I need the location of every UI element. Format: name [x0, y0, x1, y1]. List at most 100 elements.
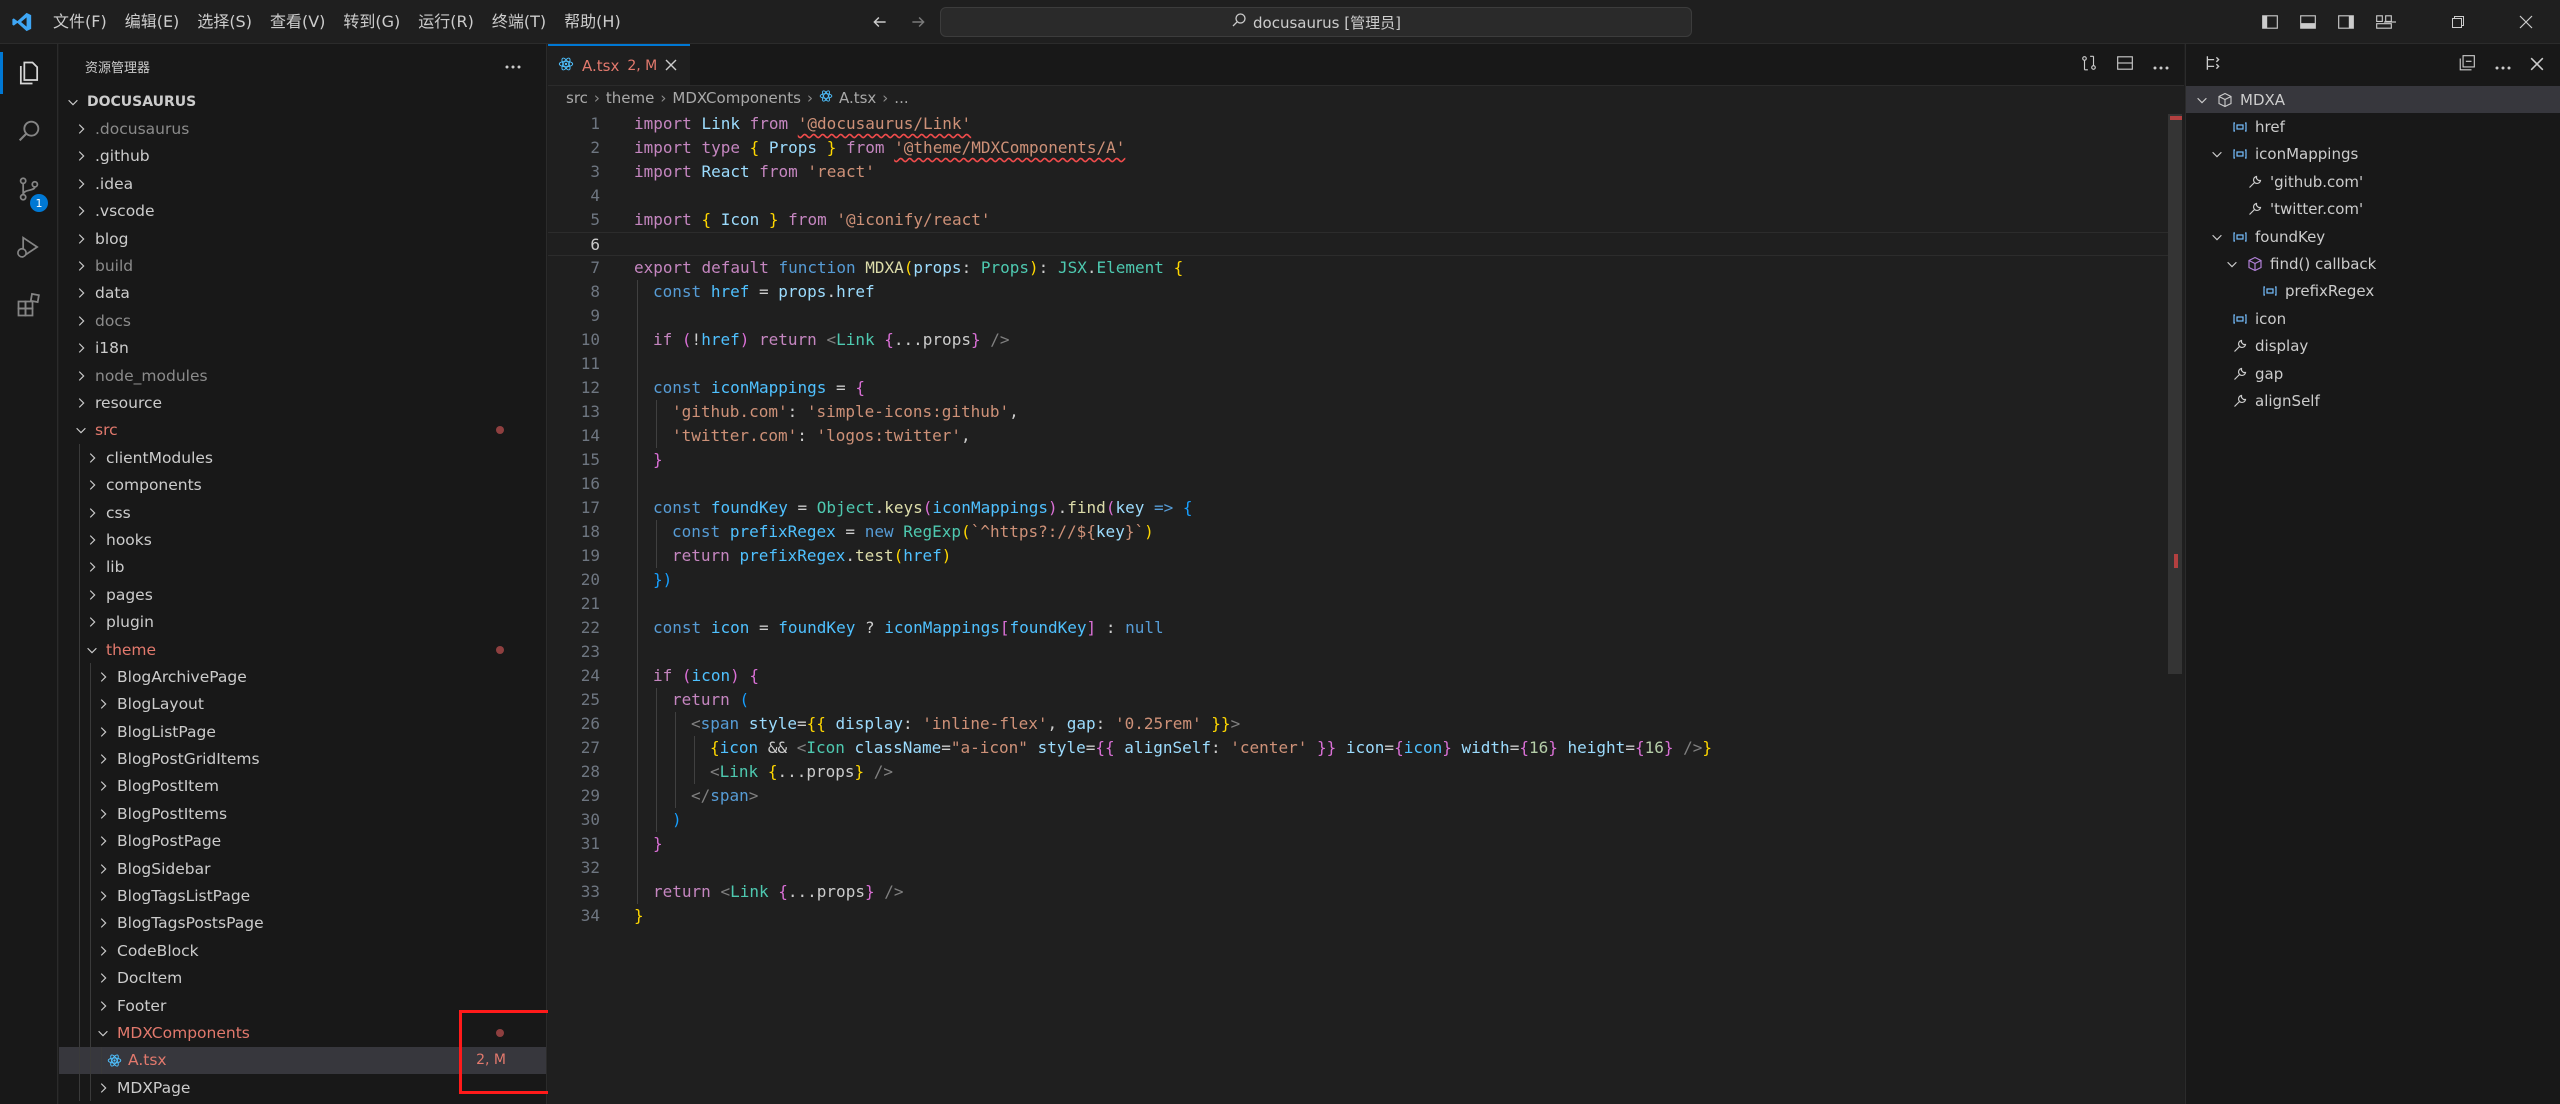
editor-more-icon[interactable]	[2152, 56, 2170, 75]
outline-item-label: MDXA	[2240, 90, 2286, 109]
breadcrumb-symbol[interactable]: ...	[894, 89, 908, 107]
folder-item[interactable]: css	[59, 498, 546, 527]
menu-edit[interactable]: 编辑(E)	[116, 0, 189, 44]
menu-help[interactable]: 帮助(H)	[555, 0, 630, 44]
tab-a-tsx[interactable]: A.tsx 2, M	[548, 44, 690, 85]
menu-terminal[interactable]: 终端(T)	[483, 0, 555, 44]
breadcrumb-mdxcomponents[interactable]: MDXComponents	[672, 89, 801, 107]
forward-arrow-icon[interactable]	[906, 10, 930, 34]
source-control-icon[interactable]: 1	[0, 160, 58, 218]
toggle-primary-sidebar-icon[interactable]	[2258, 10, 2282, 34]
command-center-search[interactable]: docusaurus [管理员]	[940, 7, 1692, 37]
outline-item[interactable]: iconMappings	[2186, 141, 2560, 168]
breadcrumb-file[interactable]: A.tsx	[839, 89, 876, 107]
folder-item[interactable]: blog	[59, 225, 546, 252]
folder-item[interactable]: .vscode	[59, 198, 546, 225]
breadcrumb-theme[interactable]: theme	[606, 89, 654, 107]
menu-go[interactable]: 转到(G)	[334, 0, 409, 44]
code-line: 8 const href = props.href	[548, 280, 2168, 304]
close-icon[interactable]	[2530, 56, 2544, 75]
outline-item[interactable]: 'github.com'	[2186, 168, 2560, 195]
minimize-icon[interactable]	[2356, 0, 2424, 44]
outline-more-icon[interactable]	[2494, 56, 2512, 75]
folder-item[interactable]: DocItem	[59, 964, 546, 992]
workspace-root[interactable]: DOCUSAURUS	[59, 88, 546, 115]
folder-item[interactable]: BlogPostItem	[59, 772, 546, 801]
folder-item[interactable]: .idea	[59, 170, 546, 197]
folder-item[interactable]: build	[59, 252, 546, 279]
folder-item[interactable]: .github	[59, 143, 546, 170]
outline-item[interactable]: alignSelf	[2186, 387, 2560, 414]
close-window-icon[interactable]	[2492, 0, 2560, 44]
folder-item[interactable]: node_modules	[59, 362, 546, 389]
breadcrumb-src[interactable]: src	[566, 89, 588, 107]
folder-item[interactable]: BlogPostPage	[59, 827, 546, 855]
folder-item[interactable]: BlogTagsListPage	[59, 882, 546, 910]
code-line: 31}	[548, 832, 2168, 856]
restore-icon[interactable]	[2424, 0, 2492, 44]
indent-guide	[79, 553, 80, 582]
folder-item[interactable]: BlogLayout	[59, 690, 546, 718]
toggle-panel-icon[interactable]	[2296, 10, 2320, 34]
outline-item[interactable]: icon	[2186, 305, 2560, 332]
toggle-secondary-sidebar-icon[interactable]	[2334, 10, 2358, 34]
folder-item[interactable]: BlogPostItems	[59, 800, 546, 828]
chevron-right-icon	[95, 998, 111, 1014]
more-actions-icon[interactable]	[504, 59, 522, 74]
back-arrow-icon[interactable]	[868, 10, 892, 34]
outline-item[interactable]: prefixRegex	[2186, 278, 2560, 305]
folder-item[interactable]: plugin	[59, 608, 546, 636]
outline-view-icon[interactable]	[2204, 54, 2222, 76]
outline-item[interactable]: foundKey	[2186, 223, 2560, 250]
line-number: 20	[580, 570, 600, 589]
extensions-icon[interactable]	[0, 276, 58, 334]
outline-item[interactable]: href	[2186, 113, 2560, 140]
folder-item[interactable]: i18n	[59, 335, 546, 362]
folder-item[interactable]: pages	[59, 581, 546, 609]
folder-item[interactable]: src	[59, 417, 546, 444]
outline-item[interactable]: display	[2186, 333, 2560, 360]
outline-item-label: display	[2255, 337, 2309, 356]
chevron-right-icon	[95, 751, 111, 767]
folder-item[interactable]: .docusaurus	[59, 115, 546, 142]
folder-item[interactable]: BlogListPage	[59, 717, 546, 746]
chevron-down-icon	[2224, 256, 2240, 272]
folder-item[interactable]: theme	[59, 635, 546, 664]
menu-view[interactable]: 查看(V)	[261, 0, 334, 44]
editor-scrollbar[interactable]	[2168, 114, 2182, 674]
folder-item[interactable]: BlogTagsPostsPage	[59, 909, 546, 938]
code-editor[interactable]: 1 import Link from '@docusaurus/Link' 2 im…	[548, 112, 2168, 1104]
window-controls	[2356, 0, 2560, 44]
search-view-icon[interactable]	[0, 102, 58, 160]
tree-item-label: BlogPostItems	[117, 804, 228, 823]
close-icon[interactable]	[665, 57, 677, 75]
tree-item-label: CodeBlock	[117, 941, 199, 960]
folder-item[interactable]: components	[59, 471, 546, 499]
folder-item[interactable]: resource	[59, 389, 546, 416]
chevron-right-icon	[95, 1080, 111, 1096]
outline-item[interactable]: gap	[2186, 360, 2560, 387]
outline-item[interactable]: 'twitter.com'	[2186, 196, 2560, 223]
outline-item[interactable]: find() callback	[2186, 250, 2560, 277]
folder-item[interactable]: data	[59, 280, 546, 307]
folder-item[interactable]: CodeBlock	[59, 937, 546, 965]
outline-item[interactable]: MDXA	[2186, 86, 2560, 114]
folder-item[interactable]: clientModules	[59, 444, 546, 472]
split-editor-icon[interactable]	[2116, 54, 2134, 76]
folder-item[interactable]: BlogArchivePage	[59, 663, 546, 691]
indent-guide	[90, 964, 91, 992]
menu-run[interactable]: 运行(R)	[409, 0, 483, 44]
folder-item[interactable]: docs	[59, 307, 546, 334]
folder-item[interactable]: BlogPostGridItems	[59, 745, 546, 773]
compare-changes-icon[interactable]	[2080, 54, 2098, 76]
indent-guide	[79, 1019, 80, 1047]
folder-item[interactable]: lib	[59, 553, 546, 582]
menu-selection[interactable]: 选择(S)	[188, 0, 261, 44]
line-number: 3	[590, 162, 600, 181]
run-debug-icon[interactable]	[0, 218, 58, 276]
menu-file[interactable]: 文件(F)	[44, 0, 116, 44]
collapse-all-icon[interactable]	[2458, 54, 2476, 76]
explorer-icon[interactable]	[0, 44, 58, 102]
folder-item[interactable]: hooks	[59, 526, 546, 554]
folder-item[interactable]: BlogSidebar	[59, 854, 546, 883]
